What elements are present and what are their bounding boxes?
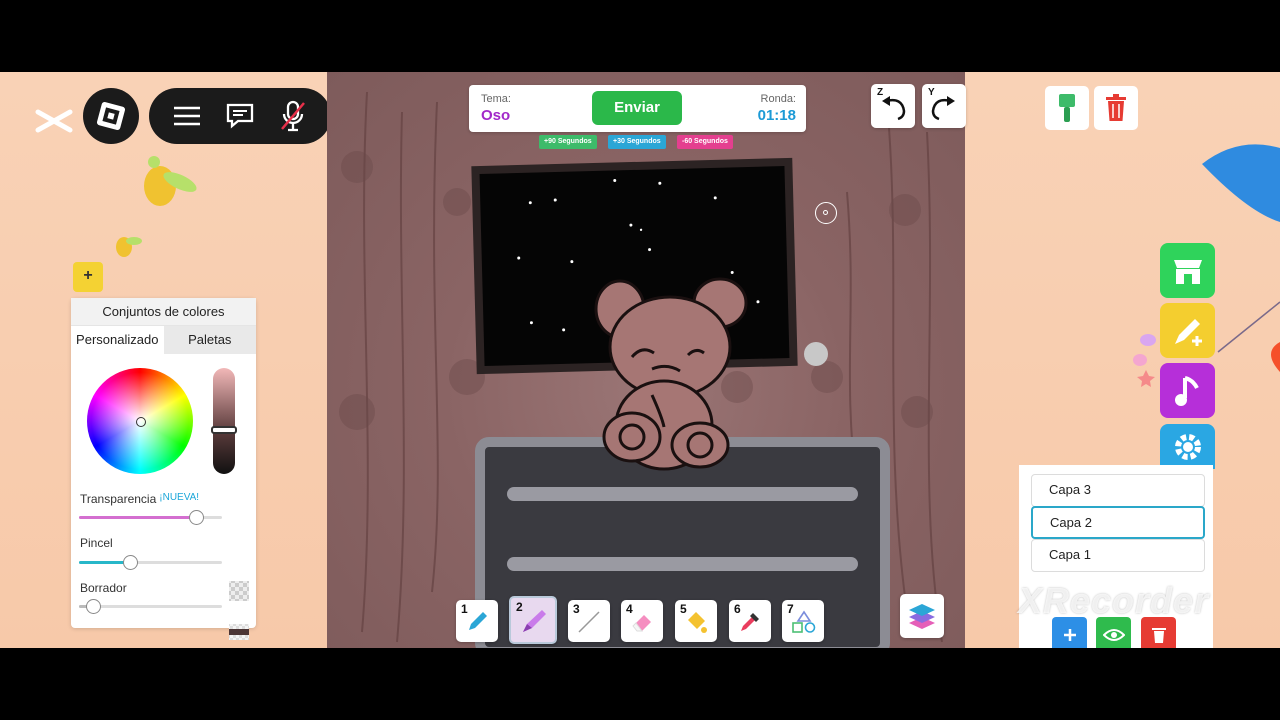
add-button[interactable]: +: [73, 262, 103, 292]
bonus-plus-90[interactable]: +90 Segundos: [539, 135, 597, 149]
submit-button[interactable]: Enviar: [592, 91, 682, 125]
brush-size-slider[interactable]: [79, 555, 222, 570]
brush-icon: [523, 610, 546, 632]
round-timer: 01:18: [757, 107, 796, 124]
roblox-logo-icon: [96, 101, 126, 131]
shapes-icon: [792, 610, 816, 633]
shop-icon: [1173, 259, 1202, 284]
brush-preview-stroke: [229, 629, 249, 635]
color-panel: Conjuntos de colores Personalizado Palet…: [71, 298, 256, 640]
desk-drawer-line: [507, 487, 858, 501]
bear-drawing: [594, 277, 748, 471]
undo-icon: [882, 96, 906, 121]
fill-bucket-icon: [688, 612, 707, 633]
plus-icon: [1063, 628, 1076, 641]
round-label: Ronda:: [760, 93, 796, 105]
turtle-small-decoration-icon: [108, 227, 144, 268]
transparency-label: Transparencia ¡NUEVA!: [80, 492, 199, 506]
brightness-slider-thumb[interactable]: [211, 426, 237, 434]
paint-brush-icon: [1059, 94, 1075, 122]
tool-fill[interactable]: 5: [675, 600, 717, 642]
brush-slider-thumb[interactable]: [123, 555, 139, 570]
transparency-swatch: [229, 581, 249, 601]
roblox-topbar: [149, 88, 331, 144]
theme-value: Oso: [481, 107, 511, 124]
brush-label: Pincel: [80, 536, 113, 550]
tool-pencil[interactable]: 1: [456, 600, 498, 642]
brush-cursor-dot: [823, 210, 828, 215]
eraser-size-slider[interactable]: [79, 599, 222, 614]
transparency-slider-fill: [79, 516, 197, 519]
color-tabs: Personalizado Paletas: [71, 326, 256, 354]
music-note-icon: [1174, 375, 1199, 406]
music-button[interactable]: [1160, 363, 1215, 418]
roblox-menu-button[interactable]: [83, 88, 139, 144]
line-icon: [578, 611, 600, 633]
tab-paletas[interactable]: Paletas: [163, 326, 256, 354]
trash-icon: [1151, 627, 1166, 643]
color-wheel[interactable]: [87, 368, 193, 474]
chat-icon[interactable]: [222, 98, 258, 134]
transparency-slider[interactable]: [79, 510, 222, 525]
eraser-icon: [632, 615, 651, 632]
tool-eraser[interactable]: 4: [621, 600, 663, 642]
turtle-decoration-icon: [132, 154, 207, 229]
eye-icon: [1102, 628, 1125, 641]
bonus-plus-30[interactable]: +30 Segundos: [608, 135, 666, 149]
drawing-canvas[interactable]: [327, 72, 965, 648]
layers-button[interactable]: [900, 594, 944, 638]
new-badge: ¡NUEVA!: [159, 492, 200, 503]
touch-indicator: [804, 342, 828, 366]
redo-icon: [931, 96, 955, 121]
bubble-decoration: [1132, 330, 1162, 395]
round-header: Tema: Oso Enviar Ronda: 01:18: [469, 85, 806, 132]
brightness-slider[interactable]: [213, 368, 235, 474]
transparency-slider-thumb[interactable]: [189, 510, 205, 525]
desk-drawer-line: [507, 557, 858, 571]
brush-preview: [229, 624, 249, 640]
brush-cursor: [815, 202, 837, 224]
tool-eyedropper[interactable]: 6: [729, 600, 771, 642]
theme-label: Tema:: [481, 93, 511, 105]
game-screen: + Conjuntos de colores Personalizado Pal…: [0, 72, 1280, 648]
brush-plus-icon: [1174, 318, 1202, 346]
transparency-label-text: Transparencia: [80, 492, 157, 506]
layers-icon: [909, 604, 935, 629]
redo-button[interactable]: Y: [922, 84, 966, 128]
bonus-minus-60[interactable]: -60 Segundos: [677, 135, 733, 149]
tab-personalizado[interactable]: Personalizado: [71, 326, 164, 354]
undo-button[interactable]: Z: [871, 84, 915, 128]
brush-shop-button[interactable]: [1160, 303, 1215, 358]
color-panel-title: Conjuntos de colores: [71, 298, 256, 326]
settings-button[interactable]: [1160, 424, 1215, 469]
eraser-slider-thumb[interactable]: [86, 599, 102, 614]
pencil-icon: [469, 612, 487, 630]
layer-item-capa-2[interactable]: Capa 2: [1031, 506, 1205, 539]
shop-button[interactable]: [1160, 243, 1215, 298]
eyedropper-icon: [741, 613, 759, 631]
tool-line[interactable]: 3: [568, 600, 610, 642]
tool-shapes[interactable]: 7: [782, 600, 824, 642]
capcut-logo-icon: [34, 106, 74, 141]
mic-muted-icon[interactable]: [275, 98, 311, 134]
clear-canvas-button[interactable]: [1094, 86, 1138, 130]
tool-brush[interactable]: 2: [509, 596, 557, 644]
color-wheel-cursor[interactable]: [136, 417, 146, 427]
brush-settings-button[interactable]: [1045, 86, 1089, 130]
settings-gear-icon: [1174, 433, 1201, 460]
eraser-label: Borrador: [80, 581, 127, 595]
layer-item-capa-3[interactable]: Capa 3: [1031, 474, 1205, 507]
trash-icon: [1106, 94, 1126, 121]
layer-item-capa-1[interactable]: Capa 1: [1031, 539, 1205, 572]
hamburger-menu-icon[interactable]: [169, 98, 205, 134]
recorder-watermark: XRecorder: [1018, 580, 1210, 621]
